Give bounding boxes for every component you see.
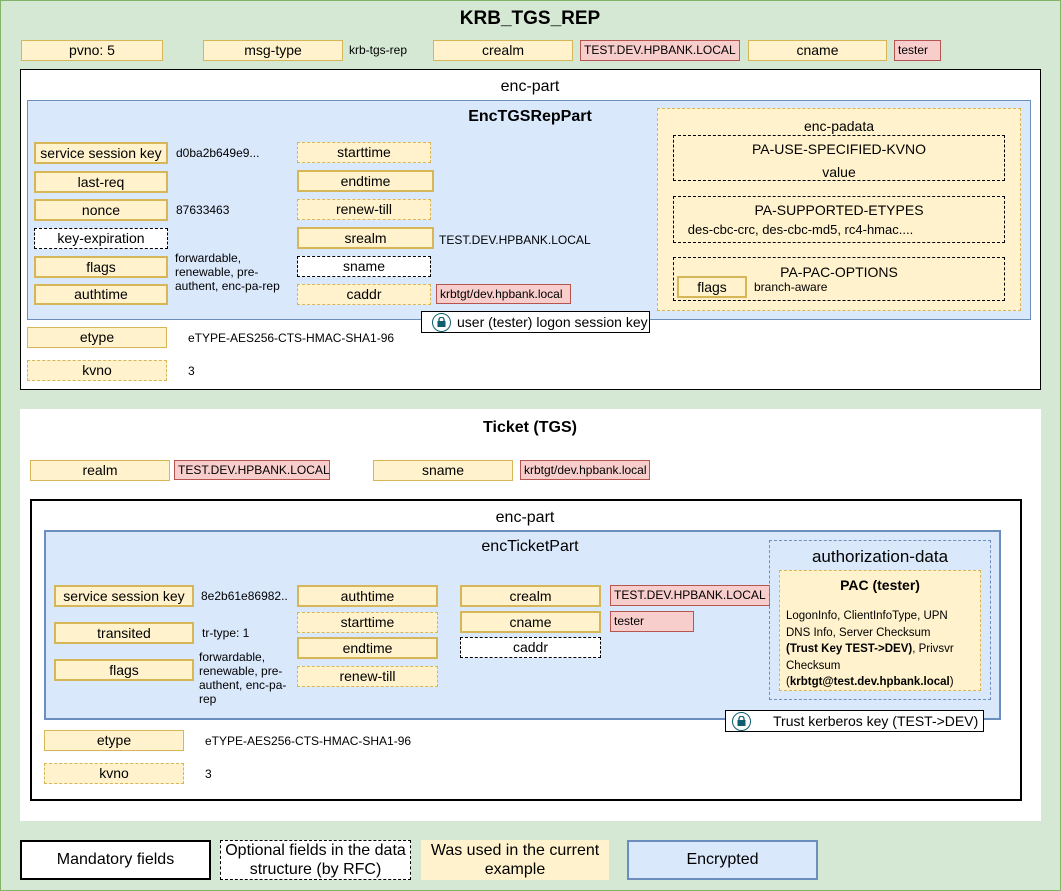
key-expiration-field: key-expiration [34,228,168,249]
ticket-service-session-key-field: service session key [54,585,194,607]
pac-title: PAC (tester) [840,576,920,593]
ticket-realm-value: TEST.DEV.HPBANK.LOCAL [174,460,330,480]
ticket-cname-field: cname [460,611,601,633]
ticket-etype-value: eTYPE-AES256-CTS-HMAC-SHA1-96 [205,734,412,748]
pac-contents: LogonInfo, ClientInfoType, UPN DNS Info,… [786,608,981,691]
lock-icon [432,312,451,332]
nonce-field: nonce [34,199,168,221]
enc-ticket-part-title: encTicketPart [481,538,579,556]
caddr-value: krbtgt/dev.hpbank.local [436,284,571,304]
ticket-kvno-field: kvno [44,763,184,784]
legend-encrypted: Encrypted [627,840,818,880]
session-key-lock-label: user (tester) logon session key [421,311,650,333]
transited-field: transited [54,622,194,644]
kvno-field: kvno [27,360,167,381]
ticket-sname-value: krbtgt/dev.hpbank.local [520,460,650,480]
pac-trust-key: (Trust Key TEST->DEV) [786,643,913,655]
ticket-renew-till-field: renew-till [297,666,438,687]
renew-till-field: renew-till [297,199,431,220]
endtime-field: endtime [297,170,434,192]
flags-field: flags [34,256,168,278]
enc-part-title: enc-part [500,78,560,96]
ticket-kvno-value: 3 [205,767,212,781]
pac-line-1: LogonInfo, ClientInfoType, UPN [786,610,948,622]
legend-mandatory: Mandatory fields [20,840,211,880]
ticket-sname-field: sname [373,460,513,481]
service-session-key-field: service session key [34,142,168,164]
cname-value: tester [894,40,941,61]
pa-pac-flags-field: flags [677,276,747,298]
crealm-field: crealm [433,40,573,61]
lock-icon [732,711,751,731]
legend-optional: Optional fields in the data structure (b… [220,840,411,880]
pac-line-2: DNS Info, Server Checksum [786,626,931,639]
ticket-flags-field: flags [54,659,194,681]
transited-value: tr-type: 1 [202,626,250,640]
flags-value: forwardable, renewable, pre-authent, enc… [175,251,280,293]
authtime-field: authtime [34,284,168,305]
diagram-title: KRB_TGS_REP [459,7,601,29]
pvno-field: pvno: 5 [21,40,163,61]
pac-line-3: (Trust Key TEST->DEV), Privsvr [786,641,981,658]
pac-privsvr: , Privsvr [912,643,954,655]
pa-use-specified-kvno-value: value [822,163,856,180]
session-key-lock-text: user (tester) logon session key [457,314,648,330]
enc-padata-title: enc-padata [803,117,875,134]
authorization-data-title: authorization-data [811,546,949,566]
pac-paren-close: ) [949,676,954,688]
enc-tgs-rep-part-title: EncTGSRepPart [468,108,592,126]
kvno-value: 3 [188,364,195,378]
ticket-service-session-key-value: 8e2b61e86982.. [201,589,288,603]
msg-type-value: krb-tgs-rep [349,43,408,57]
pa-supported-etypes-title: PA-SUPPORTED-ETYPES [754,201,924,218]
ticket-starttime-field: starttime [297,612,438,633]
nonce-value: 87633463 [176,203,230,217]
ticket-enc-part-title: enc-part [495,509,555,527]
ticket-realm-field: realm [30,460,170,481]
trust-key-lock-text: Trust kerberos key (TEST->DEV) [773,713,979,729]
pac-line-4: Checksum [786,659,841,672]
sname-field: sname [297,256,431,277]
trust-key-lock-label: Trust kerberos key (TEST->DEV) [725,710,984,732]
pa-use-specified-kvno-title: PA-USE-SPECIFIED-KVNO [752,140,926,157]
starttime-field: starttime [297,142,431,163]
ticket-cname-value: tester [610,611,694,632]
last-req-field: last-req [34,171,168,193]
ticket-etype-field: etype [44,730,184,751]
srealm-value: TEST.DEV.HPBANK.LOCAL [439,233,591,247]
etype-value: eTYPE-AES256-CTS-HMAC-SHA1-96 [188,331,395,345]
ticket-crealm-field: crealm [460,585,601,607]
pa-supported-etypes-value: des-cbc-crc, des-cbc-md5, rc4-hmac.... [687,222,914,238]
crealm-value: TEST.DEV.HPBANK.LOCAL [580,40,740,61]
ticket-caddr-field: caddr [460,637,601,658]
ticket-flags-value: forwardable, renewable, pre-authent, enc… [199,650,287,706]
pa-pac-flags-value: branch-aware [754,280,828,294]
service-session-key-value: d0ba2b649e9... [176,146,260,160]
etype-field: etype [27,327,167,348]
ticket-endtime-field: endtime [297,637,438,659]
cname-field: cname [748,40,887,61]
legend-used: Was used in the current example [421,840,609,880]
msg-type-field: msg-type [203,40,343,61]
pac-line-5: (krbtgt@test.dev.hpbank.local) [786,674,981,691]
ticket-crealm-value: TEST.DEV.HPBANK.LOCAL [610,585,770,606]
srealm-field: srealm [297,227,434,249]
ticket-title: Ticket (TGS) [483,419,577,437]
ticket-authtime-field: authtime [297,585,438,607]
pac-krbtgt: krbtgt@test.dev.hpbank.local [789,676,950,688]
caddr-field: caddr [297,284,431,305]
